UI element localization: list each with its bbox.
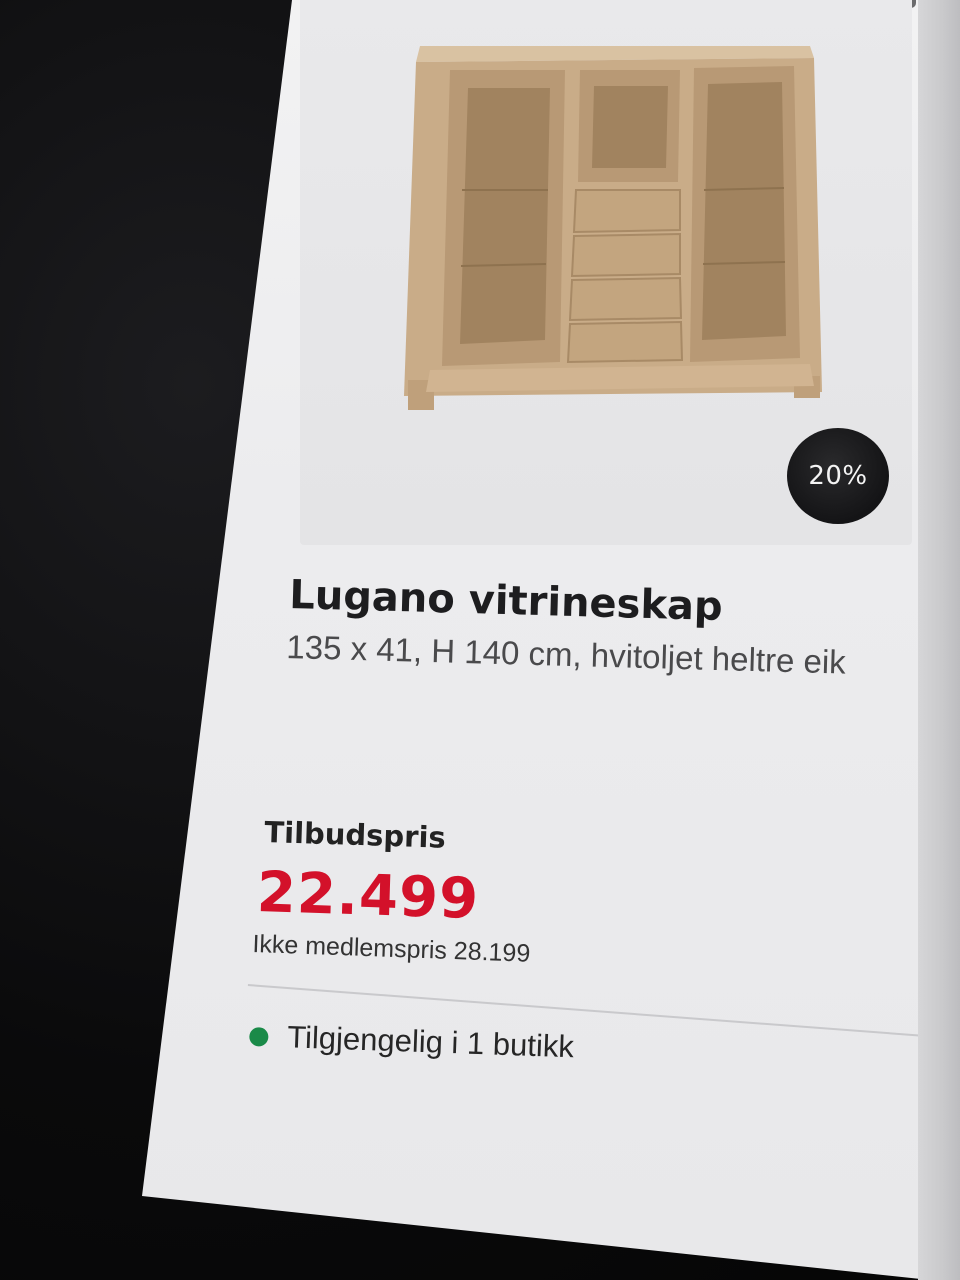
in-stock-dot-icon xyxy=(249,1026,269,1047)
cabinet-drawer-3 xyxy=(568,276,683,322)
offer-price: 22.499 xyxy=(255,860,480,932)
cabinet-glass-left xyxy=(460,88,550,344)
cabinet-glass-center xyxy=(592,86,668,168)
cabinet-illustration xyxy=(404,46,822,410)
product-image[interactable]: 20% xyxy=(300,0,912,545)
cabinet-drawer-4 xyxy=(566,320,684,364)
stock-availability[interactable]: Tilgjengelig i 1 butikk xyxy=(249,1018,575,1065)
offer-price-label: Tilbudspris xyxy=(263,815,447,855)
product-title[interactable]: Lugano vitrineskap xyxy=(289,572,724,630)
non-member-price: Ikke medlemspris 28.199 xyxy=(252,930,531,968)
cabinet-glass-right xyxy=(702,82,786,340)
cabinet-drawer-2 xyxy=(570,232,681,278)
cabinet-drawer-1 xyxy=(572,189,681,234)
discount-badge: 20% xyxy=(787,428,889,524)
availability-text: Tilgjengelig i 1 butikk xyxy=(286,1019,575,1065)
product-card[interactable]: 20% Lugano vitrineskap 135 x 41, H 140 c… xyxy=(0,0,960,1280)
screen-edge xyxy=(918,0,960,1280)
product-subtitle: 135 x 41, H 140 cm, hvitoljet heltre eik xyxy=(285,628,847,681)
